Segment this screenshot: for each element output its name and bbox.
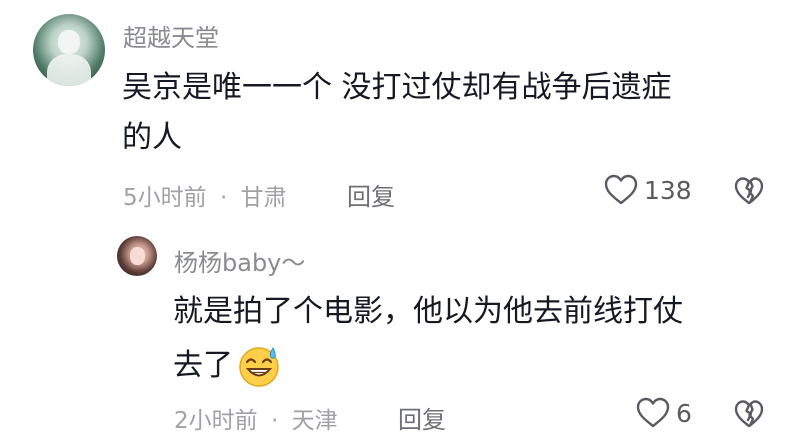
meta-separator: · (219, 185, 228, 211)
broken-heart-icon[interactable] (733, 398, 765, 430)
laughing-sweat-emoji (239, 346, 279, 387)
reply-text-line-1: 就是拍了个电影，他以为他去前线打仗 (173, 294, 683, 329)
heart-outline-icon (604, 174, 638, 205)
reply-location: 天津 (291, 408, 338, 434)
comment-time: 5小时前 (123, 185, 207, 211)
reply-button[interactable]: 回复 (347, 177, 395, 212)
broken-heart-icon[interactable] (733, 175, 765, 207)
reply-meta: 2小时前 · 天津 (174, 401, 338, 435)
avatar-body (47, 54, 91, 86)
comment-text-line-2: 的人 (122, 120, 182, 155)
commenter-avatar[interactable] (33, 14, 105, 86)
comment-location: 甘肃 (240, 185, 287, 211)
like-button[interactable]: 138 (604, 174, 692, 206)
reply-time: 2小时前 (174, 408, 258, 434)
avatar-face (130, 247, 145, 265)
reply-text-line-2-row: 去了 (173, 342, 281, 390)
reply-username[interactable]: 杨杨baby～ (174, 243, 305, 278)
reply-like-button[interactable]: 6 (636, 397, 692, 429)
comment-text-line-1: 吴京是唯一一个 没打过仗却有战争后遗症 (122, 70, 672, 105)
heart-outline-icon (636, 397, 670, 428)
reply-reply-button[interactable]: 回复 (398, 400, 446, 435)
comment-meta: 5小时前 · 甘肃 (123, 178, 287, 212)
comment-username[interactable]: 超越天堂 (123, 18, 219, 53)
reply-text-line-2: 去了 (173, 348, 233, 383)
meta-separator: · (270, 408, 279, 434)
avatar-face (58, 30, 80, 54)
like-count: 138 (644, 175, 692, 205)
reply-avatar[interactable] (117, 236, 157, 276)
reply-like-count: 6 (676, 398, 692, 428)
